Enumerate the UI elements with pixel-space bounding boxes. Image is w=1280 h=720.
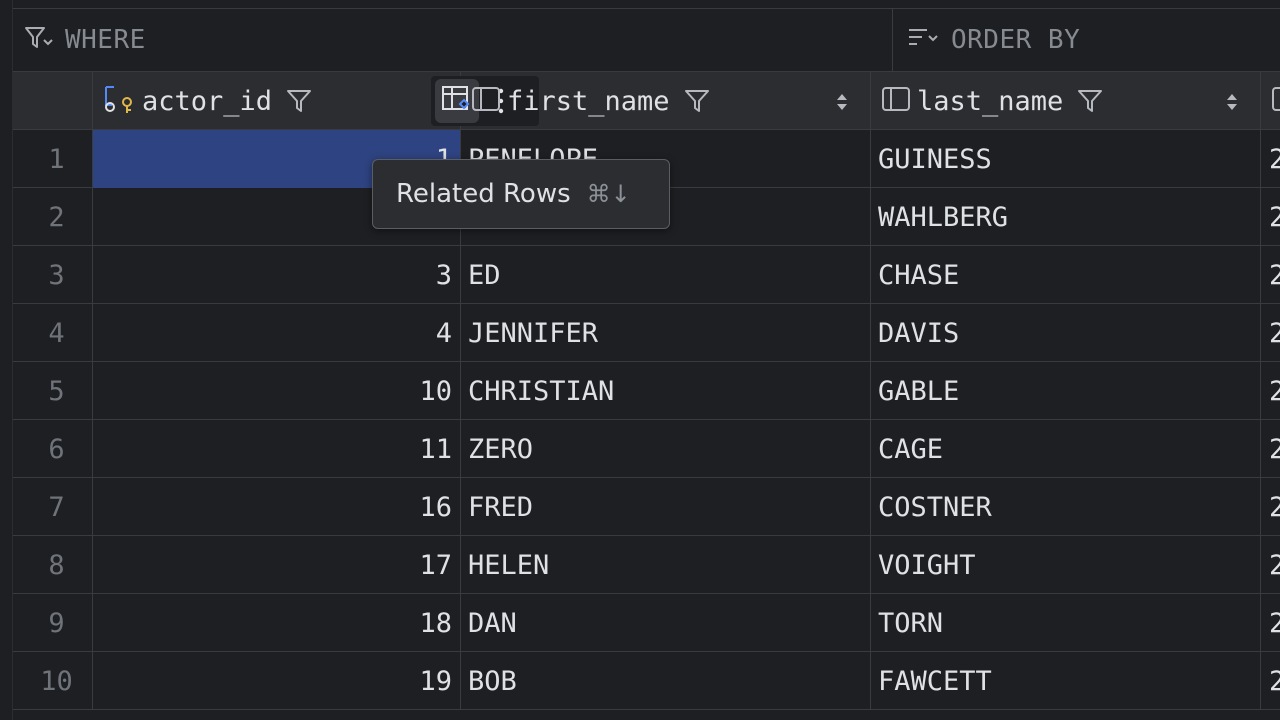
cell-next-column[interactable]: 2	[1261, 652, 1280, 710]
row-number: 8	[13, 536, 93, 594]
cell-first-name[interactable]: CHRISTIAN	[461, 362, 871, 420]
column-icon	[1271, 85, 1280, 117]
header-row: actor_id first_name last_name	[13, 72, 1280, 130]
column-name: actor_id	[142, 85, 273, 117]
cell-actor-id[interactable]: 4	[93, 304, 461, 362]
sort-toggle-icon[interactable]	[836, 92, 848, 112]
row-number: 3	[13, 246, 93, 304]
cell-next-column[interactable]: 2	[1261, 130, 1280, 188]
table-row[interactable]: 7 16 FRED COSTNER 2	[13, 478, 1280, 536]
row-number: 4	[13, 304, 93, 362]
row-number: 5	[13, 362, 93, 420]
cell-first-name[interactable]: ZERO	[461, 420, 871, 478]
where-filter[interactable]: WHERE	[13, 9, 893, 71]
column-header-next[interactable]	[1261, 72, 1280, 130]
cell-actor-id[interactable]: 17	[93, 536, 461, 594]
row-number: 7	[13, 478, 93, 536]
cell-last-name[interactable]: GABLE	[871, 362, 1261, 420]
column-name: last_name	[917, 85, 1064, 117]
cell-next-column[interactable]: 2	[1261, 478, 1280, 536]
tooltip-shortcut: ⌘↓	[586, 180, 631, 208]
cell-next-column[interactable]: 2	[1261, 420, 1280, 478]
table-row[interactable]: 5 10 CHRISTIAN GABLE 2	[13, 362, 1280, 420]
cell-last-name[interactable]: VOIGHT	[871, 536, 1261, 594]
table-row[interactable]: 4 4 JENNIFER DAVIS 2	[13, 304, 1280, 362]
where-label: WHERE	[65, 25, 146, 55]
cell-next-column[interactable]: 2	[1261, 246, 1280, 304]
column-icon	[471, 85, 501, 117]
table-row[interactable]: 10 19 BOB FAWCETT 2	[13, 652, 1280, 710]
cell-first-name[interactable]: FRED	[461, 478, 871, 536]
table-row[interactable]: 8 17 HELEN VOIGHT 2	[13, 536, 1280, 594]
cell-last-name[interactable]: WAHLBERG	[871, 188, 1261, 246]
sort-lines-icon[interactable]	[907, 24, 939, 56]
row-number: 1	[13, 130, 93, 188]
cell-last-name[interactable]: CAGE	[871, 420, 1261, 478]
cell-first-name[interactable]: JENNIFER	[461, 304, 871, 362]
cell-last-name[interactable]: DAVIS	[871, 304, 1261, 362]
cell-next-column[interactable]: 2	[1261, 304, 1280, 362]
column-filter-icon[interactable]	[286, 88, 312, 114]
cell-next-column[interactable]: 2	[1261, 594, 1280, 652]
cell-next-column[interactable]: 2	[1261, 188, 1280, 246]
tooltip-label: Related Rows	[396, 179, 571, 209]
table-row[interactable]: 9 18 DAN TORN 2	[13, 594, 1280, 652]
cell-next-column[interactable]: 2	[1261, 536, 1280, 594]
row-number: 2	[13, 188, 93, 246]
cell-actor-id[interactable]: 19	[93, 652, 461, 710]
cell-actor-id[interactable]: 10	[93, 362, 461, 420]
column-name: first_name	[507, 85, 670, 117]
sort-toggle-icon[interactable]	[1226, 92, 1238, 112]
table-row[interactable]: 6 11 ZERO CAGE 2	[13, 420, 1280, 478]
table-row[interactable]: 3 3 ED CHASE 2	[13, 246, 1280, 304]
cell-last-name[interactable]: GUINESS	[871, 130, 1261, 188]
column-filter-icon[interactable]	[684, 88, 710, 114]
cell-last-name[interactable]: TORN	[871, 594, 1261, 652]
row-number: 9	[13, 594, 93, 652]
cell-actor-id[interactable]: 16	[93, 478, 461, 536]
cell-actor-id[interactable]: 18	[93, 594, 461, 652]
row-number: 6	[13, 420, 93, 478]
column-header-actor-id[interactable]: actor_id	[93, 72, 539, 130]
column-icon	[881, 85, 911, 117]
cell-first-name[interactable]: BOB	[461, 652, 871, 710]
cell-first-name[interactable]: HELEN	[461, 536, 871, 594]
cell-actor-id[interactable]: 11	[93, 420, 461, 478]
orderby-label: ORDER BY	[951, 25, 1081, 55]
column-header-first-name[interactable]: first_name	[461, 72, 871, 130]
column-header-last-name[interactable]: last_name	[871, 72, 1261, 130]
cell-first-name[interactable]: ED	[461, 246, 871, 304]
primary-key-column-icon	[102, 83, 136, 119]
cell-last-name[interactable]: CHASE	[871, 246, 1261, 304]
filter-bar: WHERE ORDER BY	[13, 9, 1280, 72]
orderby-filter[interactable]: ORDER BY	[893, 9, 1280, 71]
cell-next-column[interactable]: 2	[1261, 362, 1280, 420]
rownum-header	[13, 72, 93, 130]
cell-last-name[interactable]: FAWCETT	[871, 652, 1261, 710]
left-gutter	[0, 0, 13, 720]
filter-funnel-icon[interactable]	[23, 23, 53, 57]
top-divider	[13, 0, 1280, 9]
cell-last-name[interactable]: COSTNER	[871, 478, 1261, 536]
cell-actor-id[interactable]: 3	[93, 246, 461, 304]
cell-first-name[interactable]: DAN	[461, 594, 871, 652]
row-number: 10	[13, 652, 93, 710]
column-filter-icon[interactable]	[1077, 88, 1103, 114]
related-rows-tooltip: Related Rows ⌘↓	[372, 159, 670, 229]
